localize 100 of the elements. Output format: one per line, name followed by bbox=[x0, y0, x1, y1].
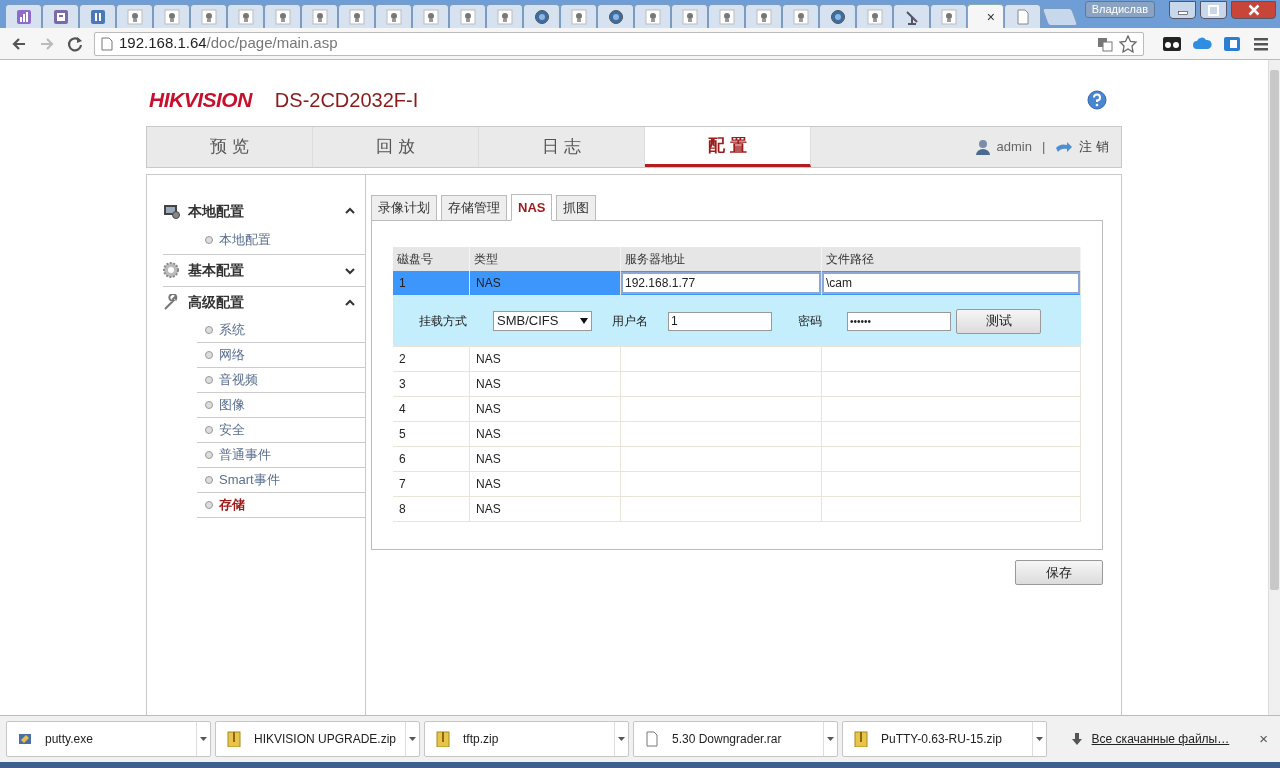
menu-item[interactable]: 图像 bbox=[197, 393, 365, 418]
camera-icon bbox=[718, 8, 735, 25]
browser-tab[interactable] bbox=[486, 4, 523, 28]
sub-tab[interactable]: NAS bbox=[511, 194, 553, 221]
browser-tab[interactable] bbox=[819, 4, 856, 28]
browser-tab[interactable]: × bbox=[967, 4, 1004, 28]
download-item[interactable]: putty.exe bbox=[6, 721, 211, 757]
browser-tab[interactable] bbox=[227, 4, 264, 28]
browser-tab[interactable] bbox=[1004, 4, 1041, 28]
nav-tab[interactable]: 预 览 bbox=[147, 127, 313, 167]
browser-tab[interactable] bbox=[301, 4, 338, 28]
menu-item[interactable]: 音视频 bbox=[197, 368, 365, 393]
caret-icon[interactable] bbox=[200, 737, 207, 741]
caret-icon[interactable] bbox=[409, 737, 416, 741]
minimize-button[interactable] bbox=[1169, 1, 1196, 19]
camera-icon bbox=[200, 8, 217, 25]
table-row[interactable]: 6 NAS bbox=[393, 447, 1081, 472]
camera-icon bbox=[237, 8, 254, 25]
browser-tab[interactable] bbox=[671, 4, 708, 28]
browser-tab[interactable] bbox=[153, 4, 190, 28]
sub-tab[interactable]: 录像计划 bbox=[371, 195, 437, 221]
table-row[interactable]: 2 NAS bbox=[393, 347, 1081, 372]
browser-tab[interactable] bbox=[412, 4, 449, 28]
browser-tab[interactable] bbox=[5, 4, 42, 28]
translate-icon[interactable] bbox=[1097, 35, 1113, 52]
browser-tab[interactable] bbox=[264, 4, 301, 28]
menu-item[interactable]: Smart事件 bbox=[197, 468, 365, 493]
browser-tab[interactable] bbox=[782, 4, 819, 28]
browser-tab[interactable] bbox=[449, 4, 486, 28]
browser-tab[interactable] bbox=[708, 4, 745, 28]
camera-icon bbox=[311, 8, 328, 25]
close-icon[interactable]: × bbox=[1259, 727, 1268, 751]
menu-group-header[interactable]: 高级配置 bbox=[163, 286, 365, 318]
browser-tab[interactable] bbox=[338, 4, 375, 28]
menu-group-header[interactable]: 本地配置 bbox=[163, 195, 365, 227]
camera-icon bbox=[644, 8, 661, 25]
download-item[interactable]: PuTTY-0.63-RU-15.zip bbox=[842, 721, 1047, 757]
browser-tab[interactable] bbox=[523, 4, 560, 28]
chevron-up-icon[interactable] bbox=[345, 298, 355, 307]
dropdown[interactable]: SMB/CIFS bbox=[493, 311, 592, 331]
close-icon[interactable]: × bbox=[986, 9, 995, 24]
browser-tab[interactable] bbox=[79, 4, 116, 28]
text-field[interactable]: 192.168.1.77 bbox=[621, 272, 821, 294]
nav-tab[interactable]: 配 置 bbox=[645, 127, 811, 167]
browser-tab[interactable] bbox=[190, 4, 227, 28]
extension-icon[interactable] bbox=[1222, 34, 1242, 53]
menu-group-label: 基本配置 bbox=[188, 261, 245, 280]
table-row[interactable]: 5 NAS bbox=[393, 422, 1081, 447]
menu-item[interactable]: 网络 bbox=[197, 343, 365, 368]
show-all-downloads-link[interactable]: Все скачанные файлы… bbox=[1091, 730, 1230, 748]
sub-tab[interactable]: 存储管理 bbox=[441, 195, 507, 221]
menu-item[interactable]: 安全 bbox=[197, 418, 365, 443]
table-row[interactable]: 3 NAS bbox=[393, 372, 1081, 397]
browser-tab[interactable] bbox=[893, 4, 930, 28]
browser-tab[interactable] bbox=[375, 4, 412, 28]
reload-icon[interactable] bbox=[66, 34, 84, 53]
browser-tab[interactable] bbox=[597, 4, 634, 28]
table-row[interactable]: 8 NAS bbox=[393, 497, 1081, 522]
download-item[interactable]: tftp.zip bbox=[424, 721, 629, 757]
menu-item[interactable]: 存储 bbox=[197, 493, 365, 518]
browser-tab[interactable] bbox=[930, 4, 967, 28]
username-field[interactable]: 1 bbox=[668, 311, 772, 331]
menu-item[interactable]: 普通事件 bbox=[197, 443, 365, 468]
browser-tab[interactable] bbox=[116, 4, 153, 28]
close-button[interactable] bbox=[1231, 1, 1276, 19]
menu-item[interactable]: 系统 bbox=[197, 318, 365, 343]
menu-item[interactable]: 本地配置 bbox=[197, 227, 365, 252]
chevron-down-icon[interactable] bbox=[345, 266, 355, 275]
help-icon[interactable] bbox=[1087, 90, 1107, 110]
scrollbar[interactable] bbox=[1268, 60, 1280, 715]
logout-icon[interactable] bbox=[1055, 140, 1074, 154]
star-icon[interactable] bbox=[1119, 34, 1137, 53]
sub-tab[interactable]: 抓图 bbox=[556, 195, 597, 221]
browser-tab[interactable] bbox=[856, 4, 893, 28]
caret-icon[interactable] bbox=[618, 737, 625, 741]
chevron-up-icon[interactable] bbox=[345, 207, 355, 215]
browser-tab[interactable] bbox=[560, 4, 597, 28]
minimize-icon bbox=[1177, 11, 1188, 15]
menu-group-header[interactable]: 基本配置 bbox=[163, 254, 365, 286]
scrollbar-thumb[interactable] bbox=[1270, 70, 1279, 590]
browser-tab[interactable] bbox=[634, 4, 671, 28]
caret-icon[interactable] bbox=[827, 737, 834, 741]
save-button[interactable]: 保存 bbox=[1015, 560, 1103, 585]
nav-tab[interactable]: 回 放 bbox=[313, 127, 479, 167]
download-item[interactable]: HIKVISION UPGRADE.zip bbox=[215, 721, 420, 757]
table-row[interactable]: 4 NAS bbox=[393, 397, 1081, 422]
maximize-button[interactable] bbox=[1200, 1, 1227, 19]
caret-icon[interactable] bbox=[1036, 737, 1043, 741]
test-button[interactable]: 测试 bbox=[956, 308, 1041, 334]
password-field[interactable]: •••••• bbox=[847, 311, 951, 331]
browser-tab[interactable] bbox=[745, 4, 782, 28]
user-icon bbox=[974, 139, 991, 155]
logout-link[interactable]: 注 销 bbox=[1079, 137, 1109, 157]
text-field[interactable]: \cam bbox=[822, 272, 1080, 294]
table-row[interactable]: 7 NAS bbox=[393, 472, 1081, 497]
download-item[interactable]: 5.30 Downgrader.rar bbox=[633, 721, 838, 757]
address-bar[interactable]: 192.168.1.64/doc/page/main.asp bbox=[94, 31, 1144, 56]
glasses-icon[interactable] bbox=[1162, 34, 1182, 53]
table-row[interactable]: 1 NAS 192.168.1.77 \cam bbox=[393, 271, 1081, 296]
browser-tab[interactable] bbox=[42, 4, 79, 28]
